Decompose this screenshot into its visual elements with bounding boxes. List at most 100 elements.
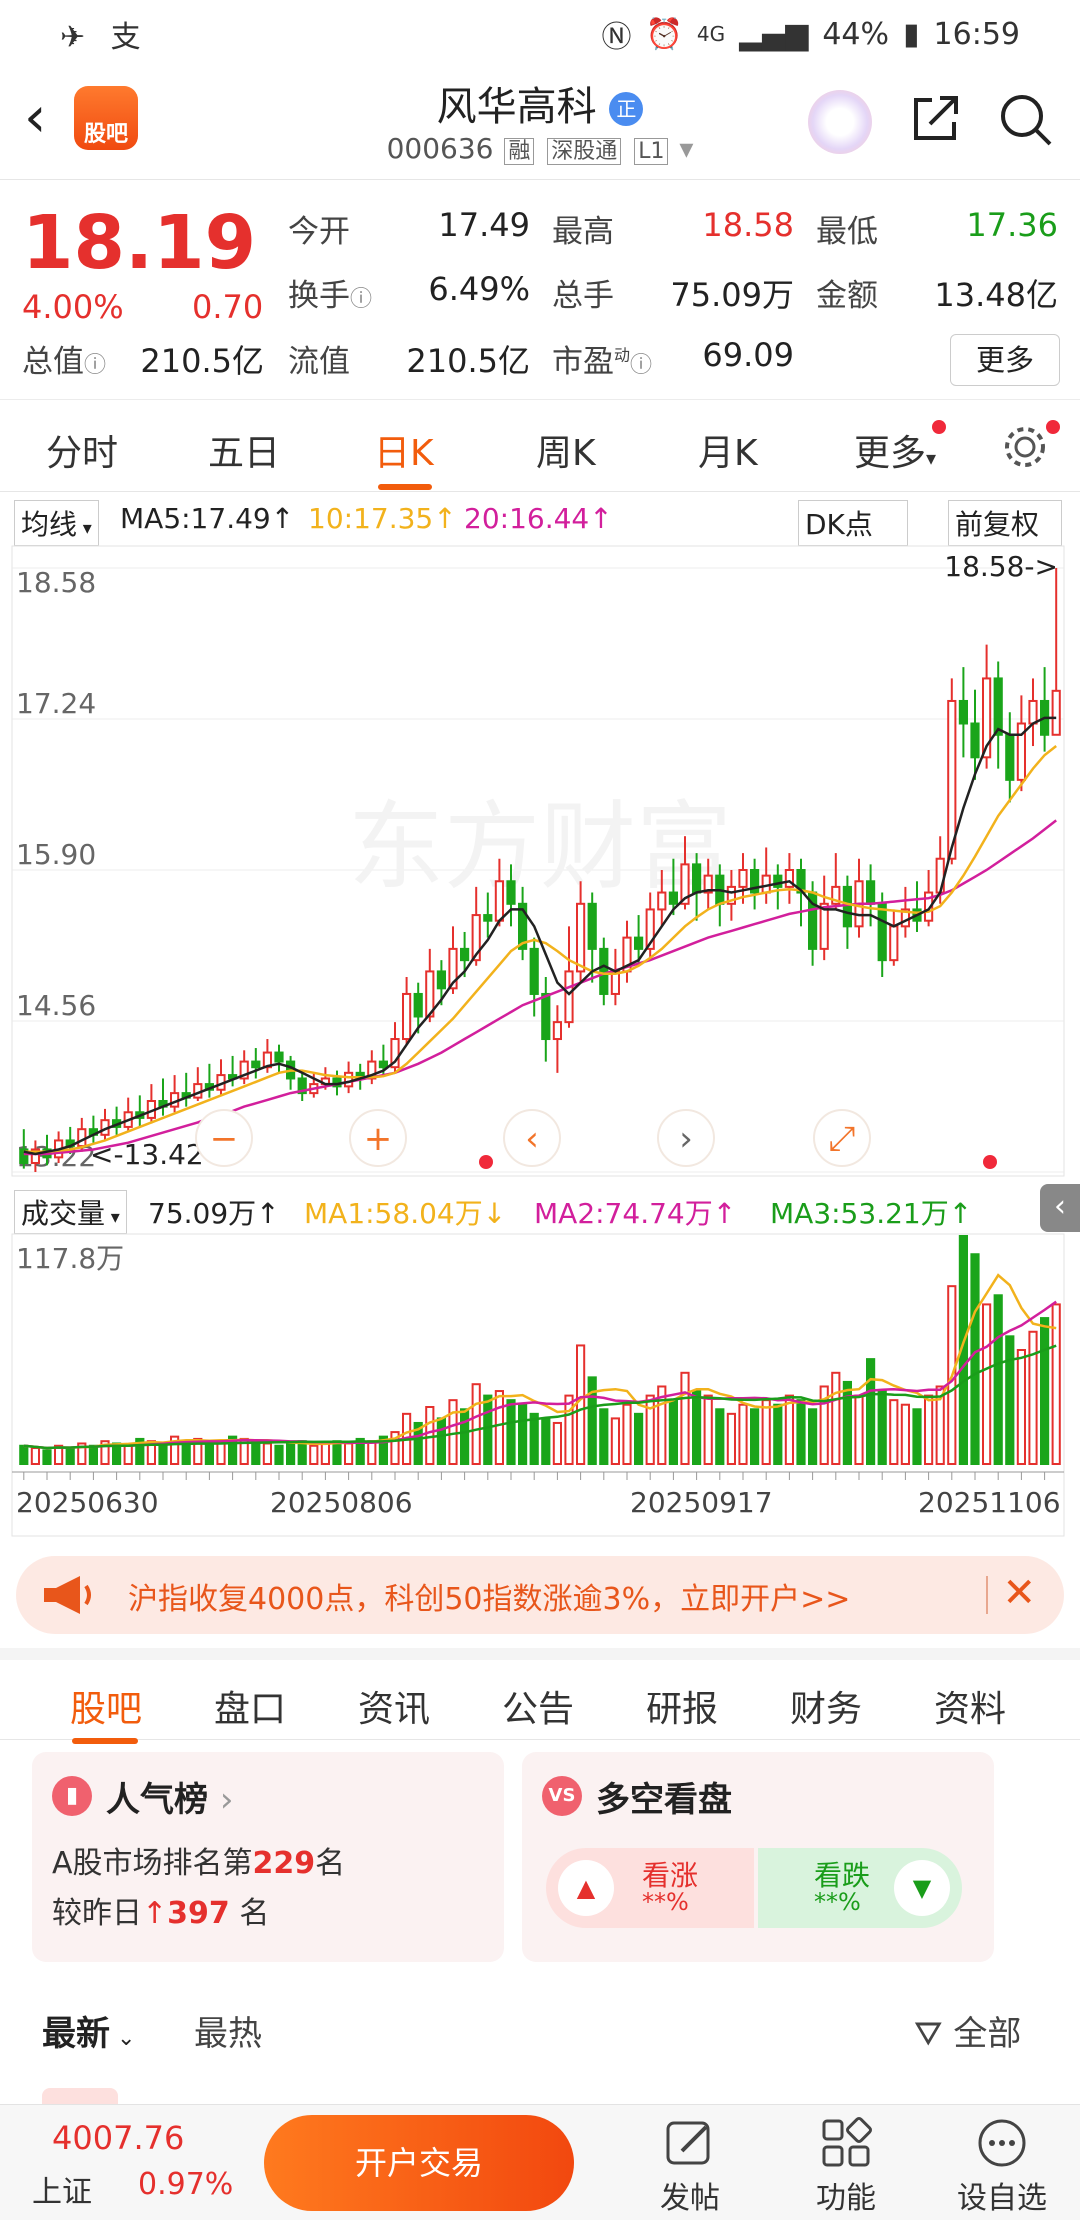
share-icon[interactable]: [910, 92, 962, 144]
sort-hottest[interactable]: 最热: [194, 2006, 262, 2055]
volume-ma3: MA3:53.21万↑: [770, 1197, 973, 1230]
tab-announcements[interactable]: 公告: [502, 1680, 574, 1732]
sentiment-card[interactable]: VS 多空看盘 ▲ 看涨 **% 看跌 **% ▼: [522, 1752, 994, 1962]
ma-legend-row: 均线 ▾ MA5:17.49↑ 10:17.35↑ 20:16.44↑ DK点 …: [0, 496, 1080, 546]
volume-bar: [703, 1394, 713, 1466]
bear-button[interactable]: 看跌 **% ▼: [758, 1848, 962, 1928]
popularity-card[interactable]: ▮ 人气榜 › A股市场排名第229名 较昨日↑397 名: [32, 1752, 504, 1962]
battery-icon: ▮: [903, 16, 920, 52]
ai-assistant-icon[interactable]: [808, 90, 872, 154]
volume-bar: [634, 1412, 644, 1465]
quote-label-pe: 市盈动ⓘ: [552, 344, 653, 380]
volume-chart[interactable]: 117.8万 20250630 20250806 20250917 20251106: [0, 1232, 1080, 1538]
quote-value-pe: 69.09: [702, 336, 794, 374]
volume-bar: [274, 1444, 284, 1465]
notification-dot: [479, 1155, 493, 1169]
quote-label-amount: 金额: [816, 278, 878, 314]
megaphone-icon: [44, 1576, 91, 1614]
chart-control-icon: ⤢: [828, 1119, 855, 1159]
volume-bar: [866, 1358, 876, 1465]
volume-bar: [30, 1447, 40, 1465]
candle-body: [576, 902, 586, 973]
edit-icon: [666, 2121, 710, 2165]
quote-label-open: 今开: [288, 214, 350, 250]
stock-code: 000636: [386, 132, 494, 165]
volume-bar: [297, 1440, 307, 1465]
volume-bar: [1028, 1330, 1038, 1466]
tab-financials[interactable]: 财务: [790, 1680, 862, 1732]
candle-body: [251, 1060, 261, 1069]
quote-value-amount: 13.48亿: [934, 276, 1058, 314]
bull-button[interactable]: ▲ 看涨 **%: [546, 1848, 754, 1928]
sort-latest[interactable]: 最新 ⌄: [42, 2006, 135, 2055]
x-axis-date-label: 20250806: [270, 1486, 413, 1519]
search-icon[interactable]: [998, 92, 1054, 148]
popularity-title: 人气榜 ›: [106, 1780, 234, 1820]
ma10-value: 10:17.35↑: [308, 502, 457, 535]
tab-guba[interactable]: 股吧: [70, 1680, 142, 1732]
stock-badge: 正: [609, 92, 644, 126]
volume-bar: [831, 1371, 841, 1465]
quote-panel: 18.19 4.00% 0.70 今开 17.49 最高 18.58 最低 17…: [0, 182, 1080, 400]
volume-bar: [982, 1303, 992, 1466]
tab-monthly-k[interactable]: 月K: [698, 424, 758, 476]
quote-value-market-cap: 210.5亿: [140, 342, 264, 380]
volume-bar: [1040, 1317, 1050, 1465]
volume-bar: [726, 1412, 736, 1465]
functions-button[interactable]: 功能: [786, 2105, 906, 2220]
tab-order-book[interactable]: 盘口: [214, 1680, 286, 1732]
dropdown-icon[interactable]: ▾: [679, 132, 693, 165]
quote-value-float-cap: 210.5亿: [406, 342, 530, 380]
tab-daily-k[interactable]: 日K: [374, 424, 434, 476]
volume-bar: [344, 1442, 354, 1465]
post-sort-row: 最新 ⌄ 最热 ⛛ 全部: [0, 1990, 1080, 2066]
quote-value-turnover: 6.49%: [428, 270, 530, 308]
tab-weekly-k[interactable]: 周K: [536, 424, 596, 476]
volume-bar: [889, 1399, 899, 1466]
low-price-marker: <-13.42: [90, 1138, 204, 1171]
y-axis-label: 14.56: [16, 989, 96, 1022]
candle-body: [1051, 689, 1061, 736]
tab-intraday[interactable]: 分时: [46, 424, 118, 476]
sentiment-title: 多空看盘: [596, 1780, 732, 1820]
promo-banner[interactable]: 沪指收复4000点，科创50指数涨逾3%，立即开户>> ✕: [16, 1556, 1064, 1634]
volume-bar: [576, 1344, 586, 1465]
volume-bar: [738, 1403, 748, 1465]
volume-bar: [1016, 1349, 1026, 1465]
candle-body: [344, 1071, 354, 1088]
volume-bar: [42, 1449, 52, 1466]
more-quote-button[interactable]: 更多: [950, 334, 1060, 386]
candlestick-chart[interactable]: 18.5817.2415.9014.5613.22东方财富18.58-><-13…: [0, 540, 1080, 1180]
tab-research[interactable]: 研报: [646, 1680, 718, 1732]
index-value[interactable]: 4007.76: [52, 2119, 184, 2157]
post-button[interactable]: 发帖: [630, 2105, 750, 2220]
candle-body: [483, 914, 493, 922]
volume-indicator-selector[interactable]: 成交量 ▾: [14, 1190, 127, 1234]
tab-news[interactable]: 资讯: [358, 1680, 430, 1732]
connect-tag: 深股通: [547, 138, 622, 165]
quote-value-volume: 75.09万: [670, 276, 794, 314]
tab-profile[interactable]: 资料: [934, 1680, 1006, 1732]
content-tabs: 股吧 盘口 资讯 公告 研报 财务 资料: [0, 1648, 1080, 1744]
candle-body: [958, 699, 968, 725]
active-tab-indicator: [378, 484, 432, 490]
info-icon: ⓘ: [84, 353, 107, 378]
quote-label-volume: 总手: [552, 278, 614, 314]
banner-divider: [986, 1576, 988, 1614]
tab-five-day[interactable]: 五日: [208, 424, 280, 476]
volume-value: 75.09万↑: [148, 1197, 280, 1230]
volume-bar: [773, 1403, 783, 1465]
open-account-button[interactable]: 开户交易: [264, 2115, 574, 2211]
close-icon[interactable]: ✕: [1002, 1570, 1036, 1616]
collapse-arrow-icon[interactable]: ‹: [1040, 1184, 1080, 1232]
vs-icon: VS: [542, 1776, 582, 1816]
tab-more[interactable]: 更多▾: [854, 424, 936, 476]
filter-button[interactable]: ⛛ 全部: [914, 2006, 1021, 2055]
volume-bar: [692, 1390, 702, 1465]
settings-gear-icon[interactable]: [1000, 422, 1050, 472]
chart-control-icon: ›: [679, 1119, 693, 1159]
add-watchlist-button[interactable]: 设自选: [942, 2105, 1062, 2220]
candle-body: [692, 863, 702, 894]
volume-y-label: 117.8万: [16, 1242, 124, 1275]
candle-body: [970, 722, 980, 759]
